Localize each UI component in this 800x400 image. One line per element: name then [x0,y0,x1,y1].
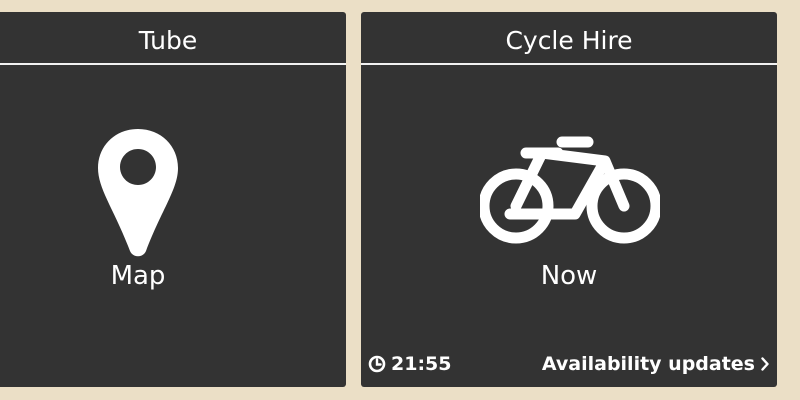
map-pin-icon [98,129,178,257]
chevron-right-icon [761,357,769,371]
cycle-hire-now-label: Now [540,261,598,291]
last-updated-time: 21:55 [368,351,451,377]
cycle-hire-tile-divider [361,63,777,65]
bicycle-icon [480,136,660,244]
tube-tile-divider [0,63,346,65]
tube-tile[interactable]: Tube Map [0,12,346,387]
tube-tile-title: Tube [138,26,198,55]
time-value: 21:55 [391,353,452,375]
cycle-hire-tile-title: Cycle Hire [505,26,633,55]
cycle-hire-tile[interactable]: Cycle Hire Now 21:55 Availability update… [361,12,777,387]
availability-updates-link[interactable]: Availability updates [542,351,769,377]
availability-updates-label: Availability updates [541,353,755,375]
clock-icon [368,355,386,373]
page: { "tiles": { "tube": { "title": "Tube", … [0,0,800,400]
tube-map-label: Map [110,261,166,291]
